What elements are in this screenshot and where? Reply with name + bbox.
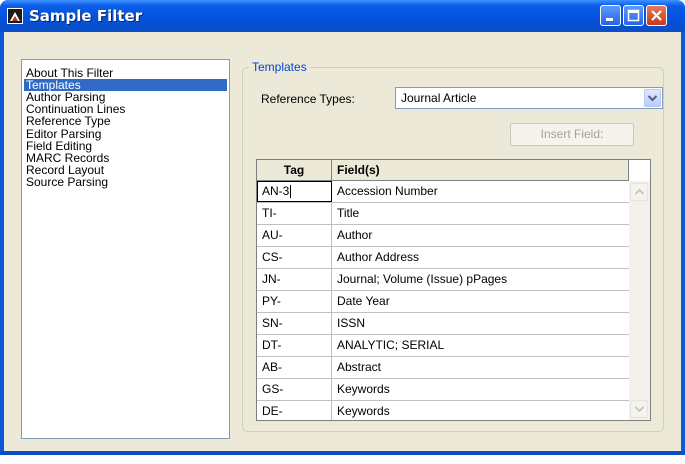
minimize-icon [606, 18, 613, 21]
tag-cell-text: JN- [262, 272, 281, 286]
close-button[interactable] [646, 5, 667, 26]
tag-cell[interactable]: AN-3 [257, 181, 332, 202]
column-header-fields[interactable]: Field(s) [332, 160, 629, 180]
scroll-up-icon [635, 189, 644, 195]
tag-cell[interactable]: PY- [257, 291, 332, 312]
tag-cell[interactable]: AB- [257, 357, 332, 378]
tag-cell-text: AU- [262, 228, 283, 242]
field-cell[interactable]: ANALYTIC; SERIAL [332, 335, 629, 356]
grid-rows: AN-3 Accession Number TI- Title AU- Author CS-… [257, 181, 629, 420]
table-row[interactable]: PY- Date Year [257, 291, 629, 313]
sidebar-item-marc-records[interactable]: MARC Records [24, 152, 111, 164]
sidebar-item-editor-parsing[interactable]: Editor Parsing [24, 128, 103, 140]
table-row[interactable]: AB- Abstract [257, 357, 629, 379]
table-row[interactable]: CS- Author Address [257, 247, 629, 269]
grid-header: Tag Field(s) [257, 160, 629, 181]
maximize-icon [627, 9, 640, 22]
tag-cell-text: PY- [262, 294, 281, 308]
tag-cell-text: DE- [262, 404, 283, 418]
template-grid[interactable]: Tag Field(s) AN-3 Accession Number TI- Titl… [256, 159, 651, 421]
field-cell[interactable]: ISSN [332, 313, 629, 334]
field-cell[interactable]: Keywords [332, 401, 629, 420]
text-caret [290, 185, 292, 199]
field-cell[interactable]: Author Address [332, 247, 629, 268]
field-cell[interactable]: Author [332, 225, 629, 246]
scroll-down-button[interactable] [630, 400, 648, 418]
tag-cell[interactable]: DT- [257, 335, 332, 356]
field-cell[interactable]: Abstract [332, 357, 629, 378]
dialog-client-area: About This Filter Templates Author Parsing… [4, 32, 681, 451]
sidebar-item-source-parsing[interactable]: Source Parsing [24, 176, 110, 188]
table-row[interactable]: DT- ANALYTIC; SERIAL [257, 335, 629, 357]
filter-section-list[interactable]: About This Filter Templates Author Parsing… [21, 59, 230, 439]
insert-field-button[interactable]: Insert Field: [510, 123, 634, 146]
tag-cell-text: GS- [262, 382, 284, 396]
window-bottom-border [0, 451, 685, 455]
tag-cell-text: AN-3 [262, 184, 290, 198]
vertical-scrollbar[interactable] [629, 181, 650, 420]
field-cell[interactable]: Keywords [332, 379, 629, 400]
tag-cell[interactable]: JN- [257, 269, 332, 290]
sidebar-item-record-layout[interactable]: Record Layout [24, 164, 106, 176]
field-cell[interactable]: Date Year [332, 291, 629, 312]
field-cell[interactable]: Accession Number [332, 181, 629, 202]
table-row[interactable]: AN-3 Accession Number [257, 181, 629, 203]
scroll-down-icon [635, 406, 644, 412]
column-header-tag[interactable]: Tag [257, 160, 332, 180]
field-cell[interactable]: Journal; Volume (Issue) pPages [332, 269, 629, 290]
sidebar-item-reference-type[interactable]: Reference Type [24, 115, 113, 127]
reference-types-value: Journal Article [401, 91, 477, 105]
maximize-button[interactable] [623, 5, 644, 26]
table-row[interactable]: TI- Title [257, 203, 629, 225]
dialog-window: Sample Filter About This Filter Templates… [0, 0, 685, 455]
tag-cell-text: CS- [262, 250, 283, 264]
sidebar-item-field-editing[interactable]: Field Editing [24, 140, 94, 152]
close-icon [651, 10, 662, 21]
reference-types-label: Reference Types: [261, 92, 355, 106]
field-cell[interactable]: Title [332, 203, 629, 224]
table-row[interactable]: DE- Keywords [257, 401, 629, 420]
reference-types-dropdown[interactable]: Journal Article [395, 87, 663, 109]
table-row[interactable]: SN- ISSN [257, 313, 629, 335]
tag-cell-text: DT- [262, 338, 282, 352]
tag-cell[interactable]: SN- [257, 313, 332, 334]
templates-group-title: Templates [249, 60, 310, 74]
table-row[interactable]: GS- Keywords [257, 379, 629, 401]
table-row[interactable]: AU- Author [257, 225, 629, 247]
table-row[interactable]: JN- Journal; Volume (Issue) pPages [257, 269, 629, 291]
tag-cell[interactable]: CS- [257, 247, 332, 268]
tag-cell-text: AB- [262, 360, 283, 374]
tag-cell[interactable]: TI- [257, 203, 332, 224]
chevron-down-icon [648, 95, 657, 102]
window-title: Sample Filter [29, 7, 143, 25]
tag-cell-text: SN- [262, 316, 283, 330]
scroll-up-button[interactable] [630, 183, 648, 201]
app-icon [7, 8, 23, 24]
tag-cell-text: TI- [262, 206, 277, 220]
title-bar[interactable]: Sample Filter [0, 0, 685, 32]
minimize-button[interactable] [600, 5, 621, 26]
dropdown-button[interactable] [644, 89, 661, 107]
tag-cell[interactable]: DE- [257, 401, 332, 420]
tag-cell[interactable]: AU- [257, 225, 332, 246]
tag-cell[interactable]: GS- [257, 379, 332, 400]
